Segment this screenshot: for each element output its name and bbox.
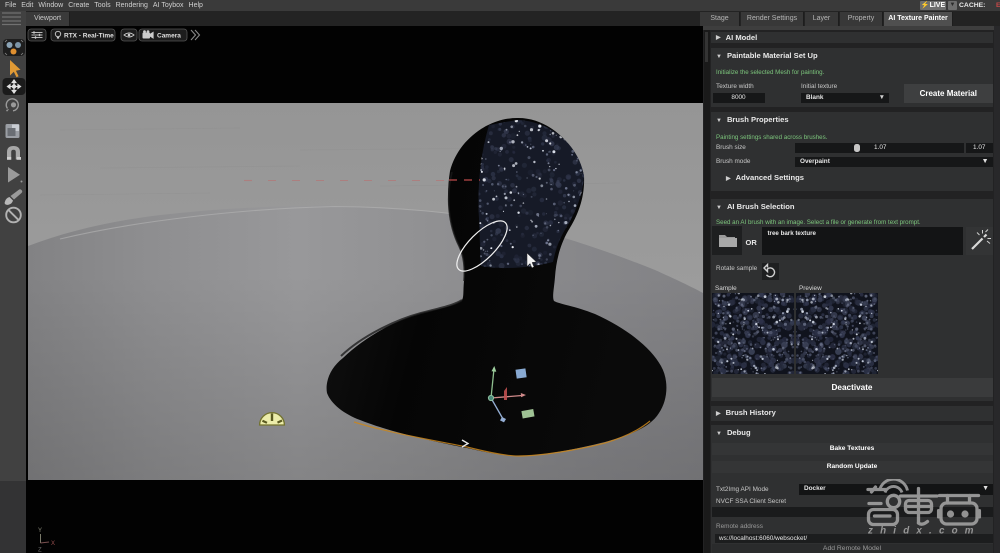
svg-text:zhidx.com: zhidx.com	[867, 526, 981, 537]
svg-text:RTX - Real-Time: RTX - Real-Time	[64, 33, 114, 40]
svg-text:Camera: Camera	[157, 33, 181, 40]
svg-text:Z: Z	[38, 548, 42, 553]
svg-text:Y: Y	[38, 528, 42, 534]
svg-text:X: X	[51, 541, 55, 547]
